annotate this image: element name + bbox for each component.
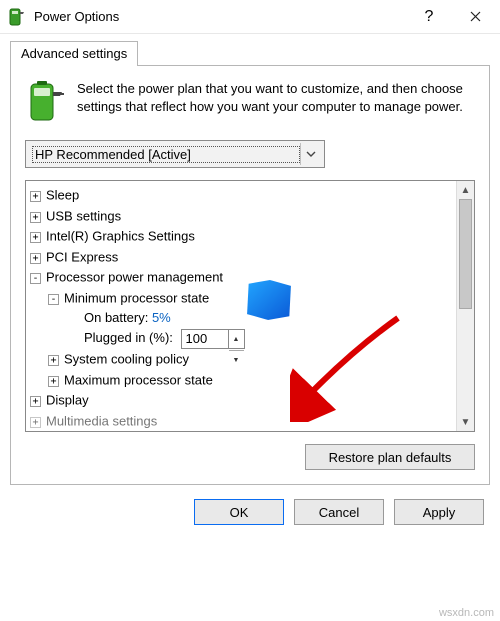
scroll-up-icon[interactable]: ▲ xyxy=(457,181,474,199)
plugged-in-input[interactable] xyxy=(182,330,228,348)
tree-node-sleep[interactable]: +Sleep xyxy=(30,185,454,206)
dialog-footer: OK Cancel Apply xyxy=(0,485,500,539)
expand-icon[interactable]: + xyxy=(48,376,59,387)
restore-plan-defaults-button[interactable]: Restore plan defaults xyxy=(305,444,475,470)
on-battery-label: On battery: xyxy=(84,310,148,325)
tree-node-usb-settings[interactable]: +USB settings xyxy=(30,206,454,227)
scroll-down-icon[interactable]: ▼ xyxy=(457,413,474,431)
tree-leaf-on-battery[interactable]: On battery: 5% xyxy=(30,308,454,328)
spinner-down-icon[interactable]: ▼ xyxy=(229,351,244,371)
tree-leaf-plugged-in[interactable]: Plugged in (%): ▲ ▼ xyxy=(30,328,454,349)
tree-node-display[interactable]: +Display xyxy=(30,390,454,411)
plugged-in-spinner[interactable]: ▲ ▼ xyxy=(181,329,245,349)
collapse-icon[interactable]: - xyxy=(48,294,59,305)
tree-node-processor-power-management[interactable]: -Processor power management xyxy=(30,267,454,288)
on-battery-value[interactable]: 5% xyxy=(152,310,171,325)
tree-node-minimum-processor-state[interactable]: -Minimum processor state xyxy=(30,288,454,309)
tree-node-intel-graphics[interactable]: +Intel(R) Graphics Settings xyxy=(30,226,454,247)
power-options-icon xyxy=(8,8,26,26)
expand-icon[interactable]: + xyxy=(30,396,41,407)
expand-icon[interactable]: + xyxy=(30,417,41,428)
ok-button[interactable]: OK xyxy=(194,499,284,525)
close-button[interactable] xyxy=(452,0,498,34)
tree-node-maximum-processor-state[interactable]: +Maximum processor state xyxy=(30,370,454,391)
scroll-thumb[interactable] xyxy=(459,199,472,309)
power-plan-dropdown[interactable]: HP Recommended [Active] xyxy=(25,140,325,168)
vertical-scrollbar[interactable]: ▲ ▼ xyxy=(456,181,474,431)
intro-text: Select the power plan that you want to c… xyxy=(77,80,475,124)
expand-icon[interactable]: + xyxy=(30,212,41,223)
spinner-up-icon[interactable]: ▲ xyxy=(229,330,244,351)
tree-node-multimedia-settings[interactable]: +Multimedia settings xyxy=(30,411,454,431)
expand-icon[interactable]: + xyxy=(30,232,41,243)
watermark: wsxdn.com xyxy=(439,607,494,619)
window-title: Power Options xyxy=(34,9,119,24)
cancel-button[interactable]: Cancel xyxy=(294,499,384,525)
help-button[interactable]: ? xyxy=(406,0,452,34)
scroll-track[interactable] xyxy=(457,199,474,413)
tree-node-pci-express[interactable]: +PCI Express xyxy=(30,247,454,268)
collapse-icon[interactable]: - xyxy=(30,273,41,284)
battery-plug-icon xyxy=(25,80,65,124)
settings-tree[interactable]: +Sleep +USB settings +Intel(R) Graphics … xyxy=(26,181,456,431)
power-plan-selected: HP Recommended [Active] xyxy=(32,146,300,163)
expand-icon[interactable]: + xyxy=(30,191,41,202)
tab-strip: Advanced settings xyxy=(0,34,500,65)
titlebar: Power Options ? xyxy=(0,0,500,34)
tab-advanced-settings[interactable]: Advanced settings xyxy=(10,41,138,66)
apply-button[interactable]: Apply xyxy=(394,499,484,525)
overlay-logo-icon xyxy=(245,279,293,321)
expand-icon[interactable]: + xyxy=(30,253,41,264)
chevron-down-icon xyxy=(300,143,322,165)
tab-panel: Select the power plan that you want to c… xyxy=(10,65,490,485)
intro-block: Select the power plan that you want to c… xyxy=(25,80,475,124)
tab-label: Advanced settings xyxy=(21,46,127,61)
expand-icon[interactable]: + xyxy=(48,355,59,366)
plugged-in-label: Plugged in (%): xyxy=(84,330,173,345)
